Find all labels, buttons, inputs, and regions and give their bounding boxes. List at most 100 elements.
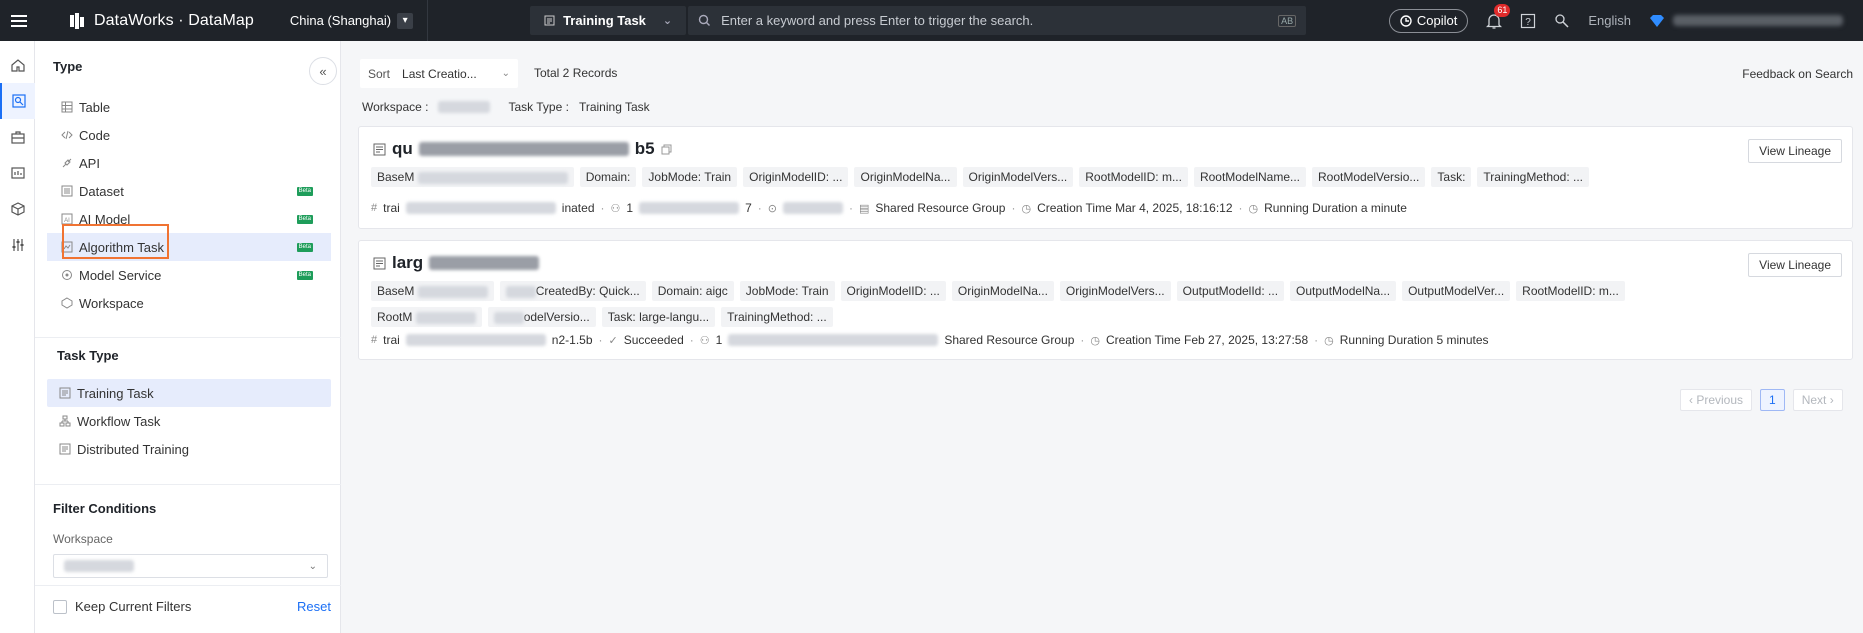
beta-badge: Beta (296, 187, 313, 196)
tag: JobMode: Train (642, 167, 738, 187)
resource-group: Shared Resource Group (875, 201, 1006, 215)
page-1-button[interactable]: 1 (1760, 389, 1785, 411)
copy-icon[interactable] (661, 144, 672, 155)
language-switch[interactable]: English (1588, 13, 1631, 28)
double-chevron-left-icon: « (319, 63, 327, 79)
tag: TrainingMethod: ... (721, 307, 833, 327)
tag: Domain: (579, 167, 637, 187)
beta-badge: Beta (296, 243, 313, 252)
task-type-header: Task Type (57, 348, 119, 363)
type-item-dataset[interactable]: Dataset Beta (47, 177, 331, 205)
view-lineage-button[interactable]: View Lineage (1748, 253, 1842, 277)
search-bar: AB (688, 6, 1307, 35)
briefcase-icon[interactable] (0, 119, 35, 155)
table-icon (61, 101, 73, 113)
dataworks-logo-icon (68, 12, 86, 30)
top-bar: DataWorks · DataMap China (Shanghai) ▾ T… (0, 0, 1863, 41)
owner-redacted (639, 202, 740, 214)
card-title[interactable]: larg (373, 253, 540, 273)
task-type-filter-label: Task Type : (508, 100, 569, 114)
user-icon: ⚇ (699, 334, 710, 347)
chevron-down-icon: ⌄ (501, 68, 510, 79)
type-item-ai-model[interactable]: AI AI Model Beta (47, 205, 331, 233)
feedback-link[interactable]: Feedback on Search (1742, 67, 1853, 81)
divider (35, 585, 341, 586)
ai-model-icon: AI (61, 213, 73, 225)
separator: · (848, 201, 853, 215)
tag: OriginModelID: ... (743, 167, 849, 187)
user-account[interactable] (1649, 14, 1843, 28)
workflow-icon (59, 415, 71, 427)
notification-bell-icon[interactable]: 61 (1486, 3, 1511, 30)
settings-sliders-icon[interactable] (0, 227, 35, 263)
type-item-model-service[interactable]: Model Service Beta (47, 261, 331, 289)
tag: odelVersio... (487, 307, 596, 327)
menu-icon[interactable] (0, 0, 38, 41)
task-type-item-training[interactable]: Training Task (47, 379, 331, 407)
icon-rail (0, 41, 35, 633)
running-duration: Running Duration a minute (1264, 201, 1407, 215)
svg-text:?: ? (1526, 17, 1532, 28)
collapse-panel-button[interactable]: « (309, 57, 337, 85)
package-icon[interactable] (0, 191, 35, 227)
tag: OriginModelVers... (1059, 281, 1171, 301)
copilot-button[interactable]: Copilot (1388, 8, 1469, 33)
training-task-icon (59, 387, 71, 399)
type-item-algorithm-task[interactable]: Algorithm Task Beta (47, 233, 331, 261)
region-selector[interactable]: China (Shanghai) ▾ (290, 12, 414, 29)
result-card[interactable]: larg View Lineage BaseM CreatedBy: Quick… (358, 240, 1853, 360)
success-icon: ✓ (608, 334, 618, 347)
type-item-label: Dataset (79, 183, 124, 199)
dashboard-icon[interactable] (0, 155, 35, 191)
total-records: Total 2 Records (534, 66, 618, 80)
model-service-icon (61, 269, 73, 281)
chevron-down-icon: ⌄ (308, 560, 317, 572)
tag: JobMode: Train (739, 281, 835, 301)
active-filters: Workspace : Task Type : Training Task (362, 100, 650, 114)
tag: BaseM (371, 167, 574, 187)
keep-filters[interactable]: Keep Current Filters (53, 599, 191, 614)
view-lineage-button[interactable]: View Lineage (1748, 139, 1842, 163)
search-input[interactable] (721, 13, 1269, 28)
datamap-search-icon[interactable] (0, 83, 35, 119)
type-item-label: API (79, 155, 100, 171)
tag: OriginModelID: ... (840, 281, 946, 301)
tag: RootM (371, 307, 482, 327)
task-type-item-workflow[interactable]: Workflow Task (47, 407, 331, 435)
clock-icon: ◷ (1021, 202, 1032, 215)
type-item-workspace[interactable]: Workspace (47, 289, 331, 317)
clock-icon: ◷ (1248, 202, 1259, 215)
code-icon (61, 129, 73, 141)
task-status: inated (561, 201, 595, 215)
workspace-select[interactable]: ⌄ (53, 554, 328, 578)
beta-badge: Beta (296, 271, 313, 280)
previous-page-button[interactable]: ‹ Previous (1680, 389, 1753, 411)
training-task-icon (544, 15, 555, 26)
type-item-label: Code (79, 127, 111, 143)
task-type-item-distributed[interactable]: Distributed Training (47, 435, 331, 463)
divider (35, 337, 341, 338)
tools-icon[interactable] (1554, 13, 1570, 29)
help-icon[interactable]: ? (1520, 13, 1536, 29)
case-toggle-icon[interactable]: AB (1278, 14, 1297, 27)
next-page-button[interactable]: Next › (1792, 389, 1843, 411)
type-item-code[interactable]: Code (47, 121, 331, 149)
brand[interactable]: DataWorks · DataMap (68, 12, 254, 30)
resource-group: Shared Resource Group (944, 333, 1075, 347)
creation-time: Creation Time Mar 4, 2025, 18:16:12 (1037, 201, 1233, 215)
pagination: ‹ Previous 1 Next › (1680, 389, 1843, 411)
search-type-select[interactable]: Training Task ⌄ (530, 6, 687, 35)
tag: Task: (1431, 167, 1472, 187)
reset-link[interactable]: Reset (297, 599, 331, 614)
home-icon[interactable] (0, 47, 35, 83)
user-name (1673, 15, 1843, 26)
keep-filters-checkbox[interactable] (53, 599, 67, 614)
type-item-table[interactable]: Table (47, 93, 331, 121)
sort-select[interactable]: Sort Last Creatio... ⌄ (360, 59, 518, 88)
card-meta: # trai n2-1.5b · ✓ Succeeded · ⚇ 1 Share… (371, 333, 1489, 347)
type-item-api[interactable]: API (47, 149, 331, 177)
card-title[interactable]: qu b5 (373, 139, 672, 159)
type-header: Type (53, 59, 83, 74)
training-task-icon (373, 257, 386, 269)
result-card[interactable]: qu b5 View Lineage BaseM Domain: JobMode:… (358, 126, 1853, 229)
